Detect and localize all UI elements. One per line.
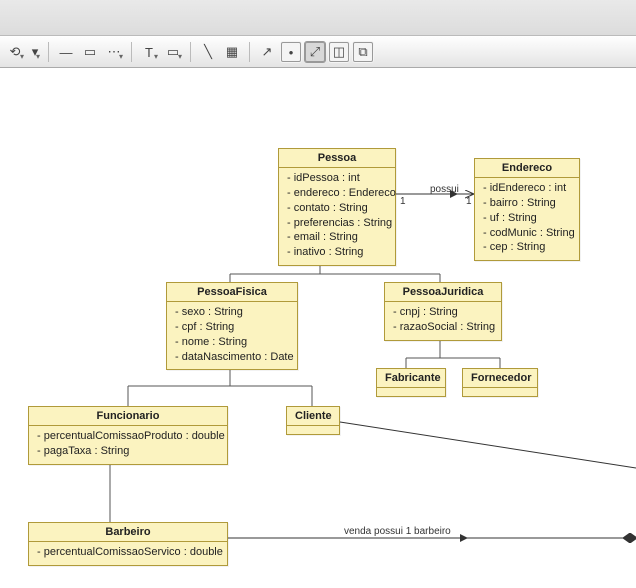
class-pessoa-fisica[interactable]: PessoaFisica - sexo : String - cpf : Str… xyxy=(166,282,298,370)
class-attr: - idEndereco : int xyxy=(483,181,571,196)
class-fornecedor[interactable]: Fornecedor xyxy=(462,368,538,397)
rect-dropdown-icon[interactable]: ▭ xyxy=(162,41,184,63)
class-endereco[interactable]: Endereco - idEndereco : int - bairro : S… xyxy=(474,158,580,261)
class-body: - cnpj : String - razaoSocial : String xyxy=(385,302,501,340)
class-attr: - sexo : String xyxy=(175,305,289,320)
multiplicity-possui-right: 1 xyxy=(466,196,472,207)
class-attr: - razaoSocial : String xyxy=(393,320,493,335)
class-attr: - idPessoa : int xyxy=(287,171,387,186)
class-title: Fornecedor xyxy=(463,369,537,388)
node-tool-icon[interactable]: ◫ xyxy=(328,41,350,63)
class-body: - idPessoa : int - endereco : Endereco -… xyxy=(279,168,395,265)
toolbar-separator xyxy=(249,42,250,62)
class-attr: - bairro : String xyxy=(483,196,571,211)
class-attr: - codMunic : String xyxy=(483,226,571,241)
class-attr: - inativo : String xyxy=(287,245,387,260)
class-pessoa[interactable]: Pessoa - idPessoa : int - endereco : End… xyxy=(278,148,396,266)
undo-icon[interactable]: ⟲ xyxy=(4,41,26,63)
multiplicity-possui-left: 1 xyxy=(400,196,406,207)
class-title: Cliente xyxy=(287,407,339,426)
class-body xyxy=(463,388,537,396)
toolbar-separator xyxy=(48,42,49,62)
class-body xyxy=(377,388,445,396)
connector-layer xyxy=(0,68,636,588)
toolbar: ⟲ ▾ — ▭ ⋯ T ▭ ╲ ▦ ↗ • ⤢ ◫ ⧉ xyxy=(0,36,636,68)
class-attr: - nome : String xyxy=(175,335,289,350)
class-title: Funcionario xyxy=(29,407,227,426)
image-tool-icon[interactable]: ▦ xyxy=(221,41,243,63)
redo-dropdown-icon[interactable]: ▾ xyxy=(28,41,42,63)
class-attr: - preferencias : String xyxy=(287,216,387,231)
class-attr: - cep : String xyxy=(483,240,571,255)
class-body xyxy=(287,426,339,434)
class-title: Fabricante xyxy=(377,369,445,388)
class-body: - percentualComissaoProduto : double - p… xyxy=(29,426,227,464)
class-attr: - dataNascimento : Date xyxy=(175,350,289,365)
class-body: - sexo : String - cpf : String - nome : … xyxy=(167,302,297,369)
class-title: PessoaJuridica xyxy=(385,283,501,302)
class-funcionario[interactable]: Funcionario - percentualComissaoProduto … xyxy=(28,406,228,465)
class-attr: - contato : String xyxy=(287,201,387,216)
class-attr: - pagaTaxa : String xyxy=(37,444,219,459)
class-body: - percentualComissaoServico : double xyxy=(29,542,227,565)
class-pessoa-juridica[interactable]: PessoaJuridica - cnpj : String - razaoSo… xyxy=(384,282,502,341)
class-attr: - endereco : Endereco xyxy=(287,186,387,201)
class-title: PessoaFisica xyxy=(167,283,297,302)
class-attr: - cpf : String xyxy=(175,320,289,335)
class-barbeiro[interactable]: Barbeiro - percentualComissaoServico : d… xyxy=(28,522,228,566)
line-horizontal-icon[interactable]: — xyxy=(55,41,77,63)
toolbar-separator xyxy=(131,42,132,62)
class-attr: - uf : String xyxy=(483,211,571,226)
class-cliente[interactable]: Cliente xyxy=(286,406,340,435)
toolbar-separator xyxy=(190,42,191,62)
box-icon[interactable]: ▭ xyxy=(79,41,101,63)
class-attr: - email : String xyxy=(287,230,387,245)
relation-label-venda: venda possui 1 barbeiro xyxy=(344,526,451,537)
class-attr: - percentualComissaoProduto : double xyxy=(37,429,219,444)
relation-label-possui: possui xyxy=(430,184,459,195)
selection-box-icon[interactable]: • xyxy=(280,41,302,63)
class-title: Pessoa xyxy=(279,149,395,168)
resize-diag-icon[interactable]: ⤢ xyxy=(304,41,326,63)
diagonal-line-icon[interactable]: ╲ xyxy=(197,41,219,63)
hierarchy-tool-icon[interactable]: ⧉ xyxy=(352,41,374,63)
diagram-canvas[interactable]: possui 1 1 venda possui 1 barbeiro 1 Pes… xyxy=(0,68,636,588)
class-attr: - cnpj : String xyxy=(393,305,493,320)
class-title: Endereco xyxy=(475,159,579,178)
class-title: Barbeiro xyxy=(29,523,227,542)
text-tool-icon[interactable]: T xyxy=(138,41,160,63)
dashed-box-icon[interactable]: ⋯ xyxy=(103,41,125,63)
class-attr: - percentualComissaoServico : double xyxy=(37,545,219,560)
class-body: - idEndereco : int - bairro : String - u… xyxy=(475,178,579,260)
window-chrome xyxy=(0,0,636,36)
class-fabricante[interactable]: Fabricante xyxy=(376,368,446,397)
pointer-icon[interactable]: ↗ xyxy=(256,41,278,63)
